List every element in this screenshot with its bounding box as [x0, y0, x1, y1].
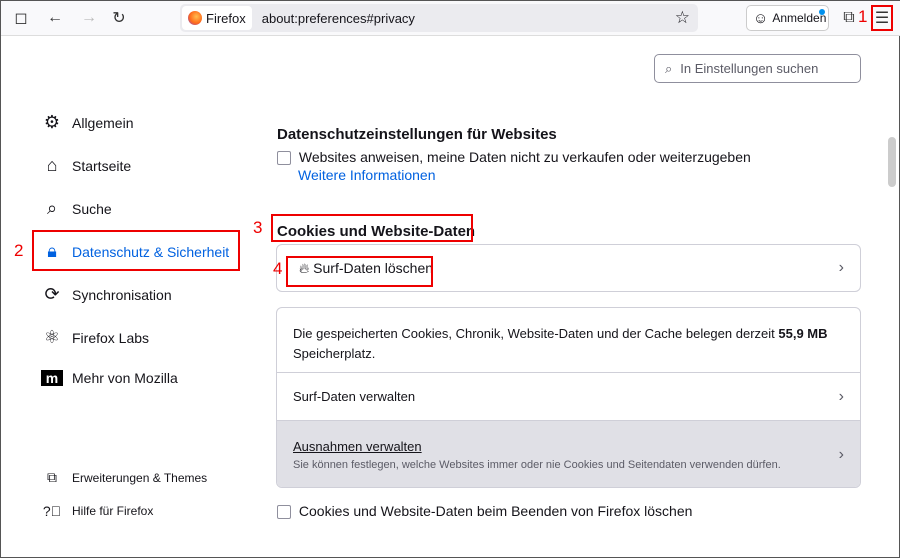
signin-button[interactable]: ☺ Anmelden — [746, 5, 829, 31]
chevron-right-icon: › — [838, 387, 844, 405]
storage-text: Die gespeicherten Cookies, Chronik, Webs… — [293, 326, 775, 341]
home-icon: ⌂ — [46, 155, 58, 175]
exceptions-desc: Sie können festlegen, welche Websites im… — [293, 458, 781, 471]
storage-suffix: Speicherplatz. — [293, 346, 376, 361]
more-info-link[interactable]: Weitere Informationen — [298, 167, 435, 183]
gear-icon: ⚙ — [43, 112, 61, 132]
sidebar-toggle-icon[interactable]: ◻ — [9, 6, 33, 30]
sidebar-item-general[interactable]: ⚙ Allgemein — [41, 112, 134, 133]
chevron-right-icon: › — [838, 445, 844, 463]
sidebar-item-mozilla[interactable]: m Mehr von Mozilla — [41, 370, 178, 386]
sidebar-label: Suche — [72, 200, 112, 217]
identity-box[interactable]: Firefox — [182, 6, 252, 30]
annotation-box-4 — [286, 256, 433, 287]
search-placeholder: In Einstellungen suchen — [680, 61, 819, 76]
mozilla-icon: m — [41, 370, 63, 386]
sidebar-item-labs[interactable]: ⚛ Firefox Labs — [41, 327, 149, 348]
settings-search-input[interactable]: ⌕ In Einstellungen suchen — [654, 54, 861, 83]
annotation-1: 1 — [858, 7, 868, 26]
extensions-icon[interactable]: ⧉ — [839, 6, 859, 30]
sidebar-label: Synchronisation — [72, 286, 172, 303]
chevron-right-icon: › — [838, 259, 844, 276]
sidebar-item-help[interactable]: ?⃝ Hilfe für Firefox — [41, 503, 154, 519]
search-icon: ⌕ — [665, 60, 673, 76]
browser-toolbar: ◻ ← → ↻ Firefox about:preferences#privac… — [1, 1, 900, 36]
labs-icon: ⚛ — [43, 327, 61, 347]
annotation-box-2 — [32, 230, 240, 271]
url-bar[interactable]: Firefox about:preferences#privacy ☆ — [180, 4, 698, 32]
sync-icon: ⟳ — [44, 284, 60, 304]
annotation-2: 2 — [14, 241, 24, 260]
sidebar-label: Mehr von Mozilla — [72, 370, 178, 386]
sidebar-label: Hilfe für Firefox — [72, 504, 154, 518]
privacy-heading: Datenschutzeinstellungen für Websites — [277, 126, 557, 143]
site-data-card: Die gespeicherten Cookies, Chronik, Webs… — [276, 307, 861, 488]
exceptions-label: Ausnahmen verwalten — [293, 438, 422, 454]
sidebar-label: Startseite — [72, 157, 132, 174]
exceptions-row[interactable]: Ausnahmen verwalten Sie können festlegen,… — [277, 420, 860, 487]
menu-button[interactable]: ☰ — [871, 5, 893, 31]
scrollbar[interactable] — [885, 37, 897, 557]
search-icon: ⌕ — [46, 198, 58, 218]
scrollbar-thumb[interactable] — [888, 137, 896, 187]
manage-data-label: Surf-Daten verwalten — [293, 389, 416, 404]
account-icon: ☺ — [753, 9, 769, 27]
identity-label: Firefox — [206, 10, 246, 26]
storage-info: Die gespeicherten Cookies, Chronik, Webs… — [277, 308, 860, 372]
notification-dot — [819, 9, 825, 15]
storage-size: 55,9 MB — [778, 326, 828, 341]
delete-on-close-checkbox[interactable] — [277, 505, 291, 520]
manage-data-row[interactable]: Surf-Daten verwalten › — [277, 372, 860, 420]
firefox-icon — [188, 11, 202, 25]
puzzle-icon: ⧉ — [47, 469, 57, 485]
reload-button[interactable]: ↻ — [107, 6, 131, 30]
annotation-box-3 — [271, 214, 473, 242]
sidebar-item-addons[interactable]: ⧉ Erweiterungen & Themes — [41, 469, 207, 486]
sidebar-item-search[interactable]: ⌕ Suche — [41, 198, 112, 219]
dnt-checkbox[interactable] — [277, 151, 291, 166]
delete-on-close-label: Cookies und Website-Daten beim Beenden v… — [298, 503, 693, 519]
help-icon: ?⃝ — [42, 503, 62, 519]
dnt-row: Websites anweisen, meine Daten nicht zu … — [277, 149, 751, 166]
dnt-label: Websites anweisen, meine Daten nicht zu … — [298, 149, 751, 165]
sidebar-item-home[interactable]: ⌂ Startseite — [41, 155, 132, 176]
back-button[interactable]: ← — [43, 6, 67, 30]
sidebar-label: Firefox Labs — [72, 329, 150, 346]
delete-on-close-row: Cookies und Website-Daten beim Beenden v… — [277, 503, 693, 520]
sidebar-item-sync[interactable]: ⟳ Synchronisation — [41, 284, 172, 305]
url-text: about:preferences#privacy — [261, 10, 415, 26]
sidebar-label: Erweiterungen & Themes — [72, 470, 208, 485]
annotation-4: 4 — [273, 259, 283, 278]
annotation-3: 3 — [253, 218, 263, 237]
sidebar-label: Allgemein — [72, 114, 134, 131]
bookmark-star-icon[interactable]: ☆ — [675, 8, 690, 28]
forward-button[interactable]: → — [77, 6, 101, 30]
